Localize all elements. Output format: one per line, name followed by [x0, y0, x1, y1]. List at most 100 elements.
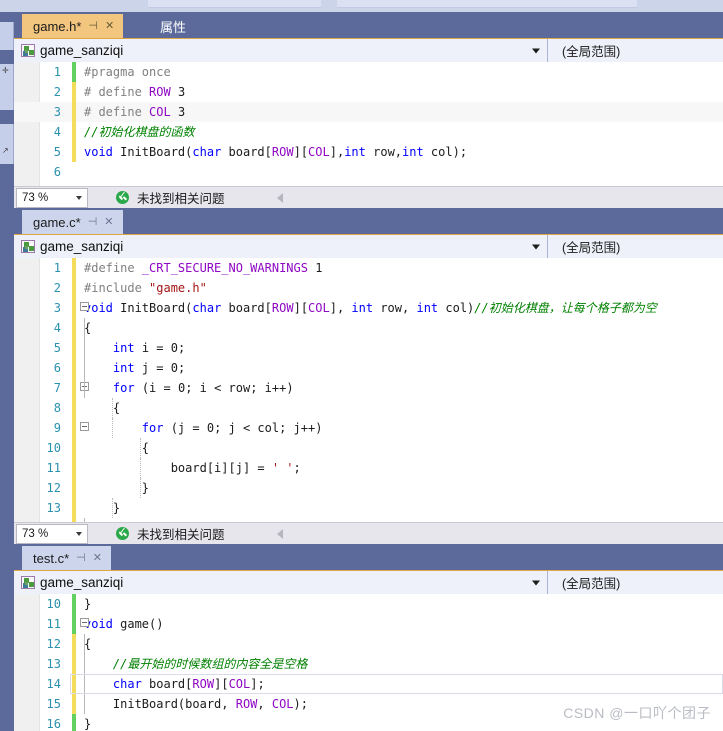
scope-dropdown-project-2[interactable]: game_sanziqi — [14, 235, 548, 258]
token: (i = — [134, 381, 178, 395]
pin-icon[interactable]: ⊣ — [88, 20, 98, 32]
zoom-dropdown-1[interactable]: 73 % — [16, 187, 88, 208]
line-number: 13 — [46, 501, 61, 515]
code-text: } — [70, 478, 149, 498]
project-icon — [21, 576, 35, 589]
line-number: 12 — [46, 637, 61, 651]
change-marker — [72, 278, 76, 298]
token: board — [221, 301, 265, 315]
scope-dropdown-member-2[interactable]: (全局范围) — [548, 235, 723, 258]
close-icon[interactable]: ✕ — [93, 552, 102, 564]
chevron-down-icon[interactable] — [76, 531, 82, 536]
collapse-outline-icon[interactable] — [80, 618, 89, 627]
code-text: int i = 0; — [70, 338, 185, 358]
token: _CRT_SECURE_NO_WARNINGS — [141, 261, 308, 275]
toolbar-strip — [0, 0, 723, 12]
tab-properties[interactable]: 属性 — [148, 14, 199, 38]
indent-guide — [84, 634, 85, 654]
code-area-1[interactable]: 1 #pragma once 2 # define ROW 3 3 # define CO… — [14, 62, 723, 186]
code-line: 6 — [14, 162, 723, 182]
token: game() — [112, 617, 164, 631]
line-number: 14 — [14, 518, 70, 522]
rail-tab-toolbox[interactable]: ✛ — [0, 64, 14, 110]
token: [ — [300, 145, 309, 159]
prev-issue-arrow-icon[interactable] — [276, 192, 283, 203]
line-number: 11 — [46, 461, 61, 475]
close-icon[interactable]: ✕ — [105, 20, 114, 32]
code-line: 3 # define COL 3 — [14, 102, 723, 122]
collapse-outline-icon[interactable] — [80, 302, 89, 311]
token: COL — [149, 105, 171, 119]
indent-guide — [140, 478, 141, 498]
code-line: 14 char board[ROW][COL]; — [14, 674, 723, 694]
code-text: # define COL 3 — [70, 102, 185, 122]
token: { — [84, 321, 92, 335]
scope-dropdown-project-1[interactable]: game_sanziqi — [14, 39, 548, 62]
editor-window-game-h: game.h* ⊣ ✕ 属性 game_sanziqi (全局范围) 1 #pra… — [14, 12, 723, 208]
token: { — [84, 637, 92, 651]
code-line: 14} — [14, 518, 723, 522]
scope-project-label: game_sanziqi — [40, 43, 124, 58]
tab-game-c[interactable]: game.c* ⊣ ✕ — [22, 210, 123, 234]
zoom-dropdown-2[interactable]: 73 % — [16, 523, 88, 544]
token: #include — [84, 281, 150, 295]
indent-guide — [84, 674, 85, 694]
token: i = — [134, 341, 171, 355]
chevron-down-icon[interactable] — [532, 48, 540, 53]
line-number: 1 — [53, 65, 61, 79]
code-line: 16} — [14, 714, 723, 731]
ok-check-icon — [116, 189, 129, 204]
code-text: #define _CRT_SECURE_NO_WARNINGS 1 — [70, 258, 322, 278]
scope-dropdown-member-1[interactable]: (全局范围) — [548, 39, 723, 62]
chevron-down-icon[interactable] — [76, 195, 82, 200]
code-text: #include "game.h" — [70, 278, 207, 298]
tab-game-h[interactable]: game.h* ⊣ ✕ — [22, 14, 124, 38]
line-number: 11 — [46, 617, 61, 631]
code-line: 11 board[i][j] = ' '; — [14, 458, 723, 478]
status-bar-1: 73 % 未找到相关问题 — [14, 186, 723, 208]
line-number: 2 — [53, 85, 61, 99]
indent-guide — [84, 358, 85, 378]
code-line: 4 //初始化棋盘的函数 — [14, 122, 723, 142]
code-area-2[interactable]: 1 #define _CRT_SECURE_NO_WARNINGS 1 2 #incl… — [14, 258, 723, 522]
token: COL — [308, 145, 330, 159]
server-icon: ↗ — [2, 146, 9, 155]
collapse-outline-icon[interactable] — [80, 422, 89, 431]
change-marker — [72, 398, 76, 418]
scope-project-label: game_sanziqi — [40, 239, 124, 254]
pin-icon[interactable]: ⊣ — [76, 552, 86, 564]
token: 1 — [307, 261, 323, 275]
chevron-down-icon[interactable] — [532, 580, 540, 585]
token: 0 — [170, 341, 178, 355]
tab-test-c[interactable]: test.c* ⊣ ✕ — [22, 546, 111, 570]
scope-dropdown-member-3[interactable]: (全局范围) — [548, 571, 723, 594]
token: int — [344, 145, 366, 159]
token: int — [402, 145, 424, 159]
indent-guide — [84, 654, 85, 674]
pin-icon[interactable]: ⊣ — [88, 216, 98, 228]
token: ] — [329, 301, 337, 315]
token: 0 — [170, 361, 178, 375]
change-marker — [72, 438, 76, 458]
close-icon[interactable]: ✕ — [104, 216, 113, 228]
change-marker — [72, 318, 76, 338]
chevron-down-icon[interactable] — [532, 244, 540, 249]
line-number: 5 — [53, 341, 61, 355]
toolbar-chunk-2 — [337, 0, 637, 8]
rail-tab-server-explorer[interactable]: ↗ — [0, 124, 14, 164]
line-number: 9 — [53, 421, 61, 435]
scope-dropdown-project-3[interactable]: game_sanziqi — [14, 571, 548, 594]
token: { — [84, 401, 121, 415]
rail-tab-solution-explorer[interactable] — [0, 22, 14, 50]
code-area-3[interactable]: 10} 11 void game() 12{13 //最开始的时候数组的内容全是空格 1… — [14, 594, 723, 731]
tabstrip-2: game.c* ⊣ ✕ — [14, 208, 723, 234]
token: [ — [221, 677, 229, 691]
code-line: 11 void game() — [14, 614, 723, 634]
code-text: { — [70, 438, 149, 458]
code-text: void InitBoard(char board[ROW][COL],int … — [70, 142, 467, 162]
prev-issue-arrow-icon[interactable] — [276, 528, 283, 539]
indent-guide — [84, 338, 85, 358]
token: //最开始的时候数组的内容全是空格 — [112, 657, 308, 671]
